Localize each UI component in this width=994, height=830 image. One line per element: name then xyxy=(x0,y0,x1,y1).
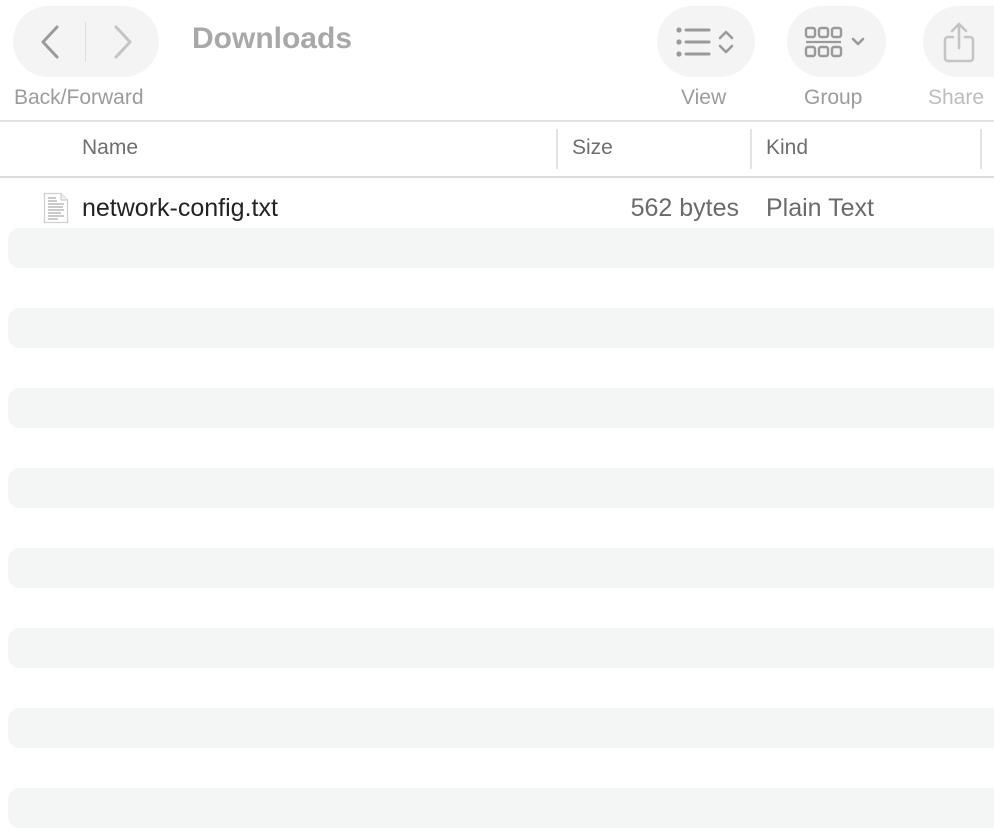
group-grid-icon xyxy=(804,26,864,57)
column-resize-handle-size[interactable] xyxy=(750,129,752,169)
share-label: Share xyxy=(928,86,985,109)
empty-row-stripe xyxy=(8,628,994,668)
column-header-kind[interactable]: Kind xyxy=(766,136,808,160)
toolbar: Back/Forward Downloads View Group Share xyxy=(0,0,994,122)
file-kind: Plain Text xyxy=(766,194,874,222)
file-row[interactable]: network-config.txt 562 bytes Plain Text xyxy=(0,188,994,228)
column-resize-handle-kind[interactable] xyxy=(980,129,982,169)
header-divider xyxy=(0,176,994,178)
share-icon xyxy=(943,22,974,62)
view-label: View xyxy=(681,86,727,109)
back-forward-label: Back/Forward xyxy=(14,86,144,109)
list-view-icon xyxy=(676,26,734,57)
chevron-left-icon xyxy=(41,25,58,58)
window-title: Downloads xyxy=(192,22,353,55)
text-document-icon xyxy=(43,192,69,224)
back-forward-control xyxy=(13,6,159,77)
column-resize-handle-name[interactable] xyxy=(556,129,558,169)
file-name: network-config.txt xyxy=(82,194,278,222)
share-button[interactable] xyxy=(923,6,994,77)
chevron-right-icon xyxy=(114,25,131,58)
view-button[interactable] xyxy=(657,6,755,77)
empty-row-stripe xyxy=(8,388,994,428)
file-size: 562 bytes xyxy=(630,194,739,222)
back-button[interactable] xyxy=(13,6,86,77)
empty-row-stripe xyxy=(8,708,994,748)
column-header-name[interactable]: Name xyxy=(82,136,138,160)
column-header-size[interactable]: Size xyxy=(572,136,613,160)
empty-row-stripe xyxy=(8,788,994,828)
empty-row-stripe xyxy=(8,228,994,268)
group-button[interactable] xyxy=(787,6,886,77)
empty-row-stripe xyxy=(8,548,994,588)
column-header-bar: Name Size Kind xyxy=(0,122,994,176)
empty-row-stripe xyxy=(8,468,994,508)
empty-row-stripe xyxy=(8,308,994,348)
forward-button[interactable] xyxy=(86,6,159,77)
group-label: Group xyxy=(804,86,863,109)
